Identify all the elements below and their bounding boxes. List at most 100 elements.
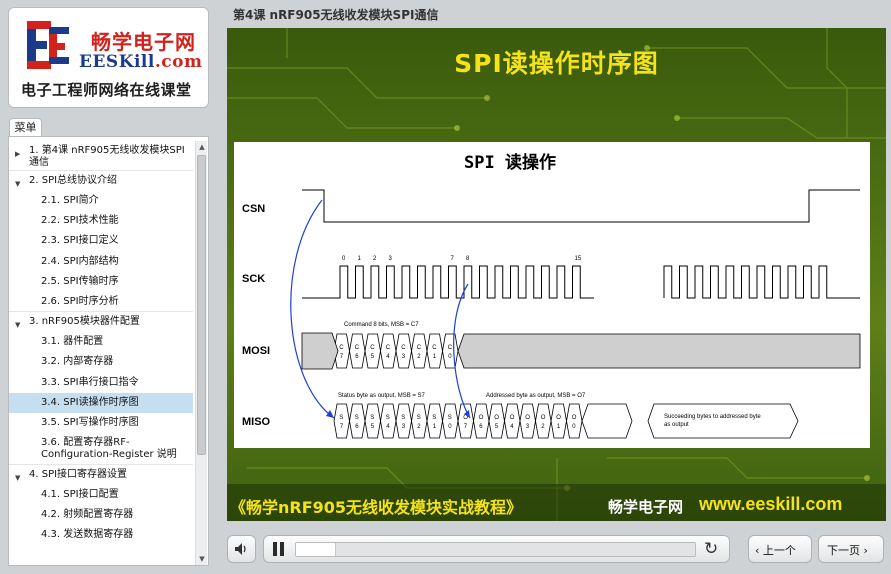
menu-item[interactable]: 2.4. SPI内部结构 bbox=[9, 252, 193, 272]
miso-data-bit-index: 4 bbox=[510, 424, 514, 430]
menu-item[interactable]: 3.3. SPI串行接口指令 bbox=[9, 373, 193, 393]
progress-bar[interactable] bbox=[295, 542, 696, 557]
menu-section[interactable]: ▼ 3. nRF905模块器件配置 bbox=[9, 312, 193, 332]
miso-status-bit-index: 6 bbox=[355, 424, 359, 430]
mosi-bit-index: 0 bbox=[448, 354, 452, 360]
miso-data-bit: O bbox=[510, 415, 515, 421]
scroll-thumb[interactable] bbox=[197, 155, 206, 455]
sck-tick-label: 7 bbox=[451, 256, 455, 262]
menu-item[interactable]: 3.1. 器件配置 bbox=[9, 332, 193, 352]
signal-label-miso: MISO bbox=[242, 416, 271, 428]
miso-data-bit-index: 0 bbox=[572, 424, 576, 430]
mosi-bit-index: 6 bbox=[355, 354, 359, 360]
menu-item[interactable]: 2.3. SPI接口定义 bbox=[9, 231, 193, 251]
prev-button[interactable]: ‹ 上一个 bbox=[748, 535, 812, 563]
miso-tail-caption: Succeeding bytes to addressed byte bbox=[664, 414, 761, 420]
miso-status-bit: S bbox=[448, 415, 452, 421]
mosi-bit-index: 1 bbox=[433, 354, 437, 360]
miso-status-bit: S bbox=[339, 415, 343, 421]
menu-item-label: 3.3. SPI串行接口指令 bbox=[41, 376, 139, 388]
collapsed-arrow-icon[interactable]: ▶ bbox=[15, 148, 20, 160]
menu-item-label: 2.6. SPI时序分析 bbox=[41, 295, 119, 307]
replay-icon[interactable]: ↻ bbox=[704, 540, 718, 558]
sck-tick-label: 1 bbox=[358, 256, 362, 262]
menu-item[interactable]: 4.3. 发送数据寄存器 bbox=[9, 525, 193, 545]
scroll-up-arrow-icon[interactable]: ▲ bbox=[196, 141, 208, 153]
csn-waveform bbox=[302, 189, 860, 223]
next-button[interactable]: 下一页 › bbox=[818, 535, 884, 563]
menu-section[interactable]: ▼ 2. SPI总线协议介绍 bbox=[9, 171, 193, 191]
menu-scrollbar[interactable]: ▲ ▼ bbox=[195, 141, 207, 565]
sck-tick-label: 3 bbox=[389, 256, 393, 262]
mosi-bit: C bbox=[339, 345, 344, 351]
expanded-arrow-icon[interactable]: ▼ bbox=[15, 472, 20, 484]
slide-title: SPI读操作时序图 bbox=[454, 49, 659, 78]
expanded-arrow-icon[interactable]: ▼ bbox=[15, 178, 20, 190]
miso-status-bit: S bbox=[432, 415, 436, 421]
menu-item-label: 4.2. 射频配置寄存器 bbox=[41, 509, 134, 521]
menu-item-label: 4.1. SPI接口配置 bbox=[41, 489, 119, 501]
miso-data-bit-index: 5 bbox=[495, 424, 499, 430]
diagram-heading: SPI 读操作 bbox=[464, 152, 556, 173]
miso-data-bit-index: 6 bbox=[479, 424, 483, 430]
miso-data-bit-index: 1 bbox=[557, 424, 561, 430]
menu-item-label: 3.4. SPI读操作时序图 bbox=[41, 396, 139, 408]
slide-view: SPI读操作时序图 SPI 读操作 CSN SCK MOSI MISO 0 1 2 3… bbox=[227, 28, 886, 521]
signal-label-mosi: MOSI bbox=[242, 345, 270, 357]
miso-status-bit: S bbox=[370, 415, 374, 421]
menu-item[interactable]: 2.6. SPI时序分析 bbox=[9, 292, 193, 312]
miso-status-bit-index: 5 bbox=[371, 424, 375, 430]
volume-button[interactable] bbox=[227, 535, 256, 563]
timing-arrows bbox=[290, 199, 471, 419]
course-name: 《畅学nRF905无线收发模块实战教程》 bbox=[230, 498, 523, 517]
menu-tab[interactable]: 菜单 bbox=[9, 118, 42, 136]
miso-bus: S7S6S5S4S3S2S1S0O7O6O5O4O3O2O1O0 bbox=[333, 403, 799, 439]
menu-item[interactable]: 3.6. 配置寄存器RF-Configuration-Register 说明 bbox=[9, 433, 193, 465]
mosi-trailing-region bbox=[457, 333, 861, 369]
miso-status-bit-index: 3 bbox=[402, 424, 406, 430]
miso-data-bit-index: 2 bbox=[541, 424, 545, 430]
menu-item-label: 3.2. 内部寄存器 bbox=[41, 356, 114, 368]
sck-pulses bbox=[302, 265, 860, 299]
miso-status-bit: S bbox=[401, 415, 405, 421]
sck-tick-label: 2 bbox=[373, 256, 377, 262]
menu-item-label: 3. nRF905模块器件配置 bbox=[29, 316, 140, 328]
mosi-bit-index: 4 bbox=[386, 354, 390, 360]
menu-item[interactable]: 2.5. SPI传输时序 bbox=[9, 272, 193, 292]
pause-icon[interactable] bbox=[272, 542, 285, 556]
mosi-bit-index: 7 bbox=[340, 354, 344, 360]
miso-data-bit: O bbox=[572, 415, 577, 421]
progress-fill bbox=[296, 543, 336, 556]
menu-divider bbox=[9, 170, 193, 171]
spi-read-timing-diagram: SPI 读操作 CSN SCK MOSI MISO 0 1 2 3 7 8 15 Comma… bbox=[234, 142, 870, 448]
miso-status-bit: S bbox=[386, 415, 390, 421]
volume-icon bbox=[235, 543, 246, 555]
menu-item[interactable]: 3.4. SPI读操作时序图 bbox=[9, 392, 193, 413]
miso-status-bit-index: 1 bbox=[433, 424, 437, 430]
menu-item-label: 3.1. 器件配置 bbox=[41, 336, 104, 348]
menu-item-label: 1. 第4课 nRF905无线收发模块SPI通信 bbox=[29, 145, 185, 168]
menu-item[interactable]: 4.2. 射频配置寄存器 bbox=[9, 505, 193, 525]
menu-list: ▶ 1. 第4课 nRF905无线收发模块SPI通信 ▼ 2. SPI总线协议介绍 2.… bbox=[9, 141, 193, 546]
expanded-arrow-icon[interactable]: ▼ bbox=[15, 319, 20, 331]
menu-item[interactable]: 4.1. SPI接口配置 bbox=[9, 485, 193, 505]
brand-logo-icon bbox=[27, 21, 69, 69]
footer-url: www.eeskill.com bbox=[699, 494, 843, 514]
miso-status-cells bbox=[333, 403, 459, 439]
menu-section[interactable]: ▶ 1. 第4课 nRF905无线收发模块SPI通信 bbox=[9, 141, 193, 171]
menu-section[interactable]: ▼ 4. SPI接口寄存器设置 bbox=[9, 465, 193, 485]
sck-tick-labels: 0 1 2 3 7 8 15 bbox=[342, 256, 582, 262]
sck-tick-label: 15 bbox=[575, 256, 582, 262]
signal-label-sck: SCK bbox=[242, 273, 265, 285]
menu-item[interactable]: 3.2. 内部寄存器 bbox=[9, 352, 193, 372]
miso-data-bit: O bbox=[525, 415, 530, 421]
next-label: 下一页 › bbox=[827, 544, 868, 557]
miso-data-bit-index: 3 bbox=[526, 424, 530, 430]
mosi-bit: C bbox=[417, 345, 422, 351]
menu-item[interactable]: 2.2. SPI技术性能 bbox=[9, 211, 193, 231]
scroll-down-arrow-icon[interactable]: ▼ bbox=[196, 553, 208, 565]
menu-item[interactable]: 3.5. SPI写操作时序图 bbox=[9, 413, 193, 433]
menu-item[interactable]: 2.1. SPI简介 bbox=[9, 191, 193, 211]
miso-status-caption: Status byte as output, MSB = S7 bbox=[338, 393, 426, 399]
miso-status-bit: S bbox=[417, 415, 421, 421]
